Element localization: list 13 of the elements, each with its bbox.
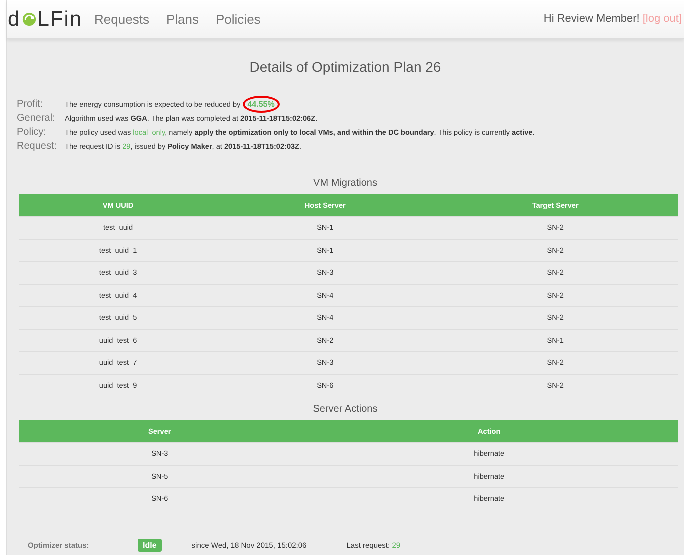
- detail-label: General:: [17, 113, 56, 124]
- detail-label: Request:: [17, 141, 58, 152]
- nav-link[interactable]: Plans: [166, 12, 199, 26]
- status-badge: Idle: [138, 539, 162, 552]
- detail-label: Profit:: [17, 99, 44, 110]
- page-title: Details of Optimization Plan 26: [248, 59, 442, 75]
- nav-link[interactable]: Policies: [216, 12, 261, 26]
- detail-label: Policy:: [17, 127, 48, 138]
- section-title: Server Actions: [312, 404, 379, 415]
- section-title: VM Migrations: [312, 178, 378, 189]
- nav-link[interactable]: Requests: [94, 12, 150, 26]
- greeting: Hi Review Member!: [544, 13, 640, 25]
- logo[interactable]: d LFin: [8, 8, 83, 30]
